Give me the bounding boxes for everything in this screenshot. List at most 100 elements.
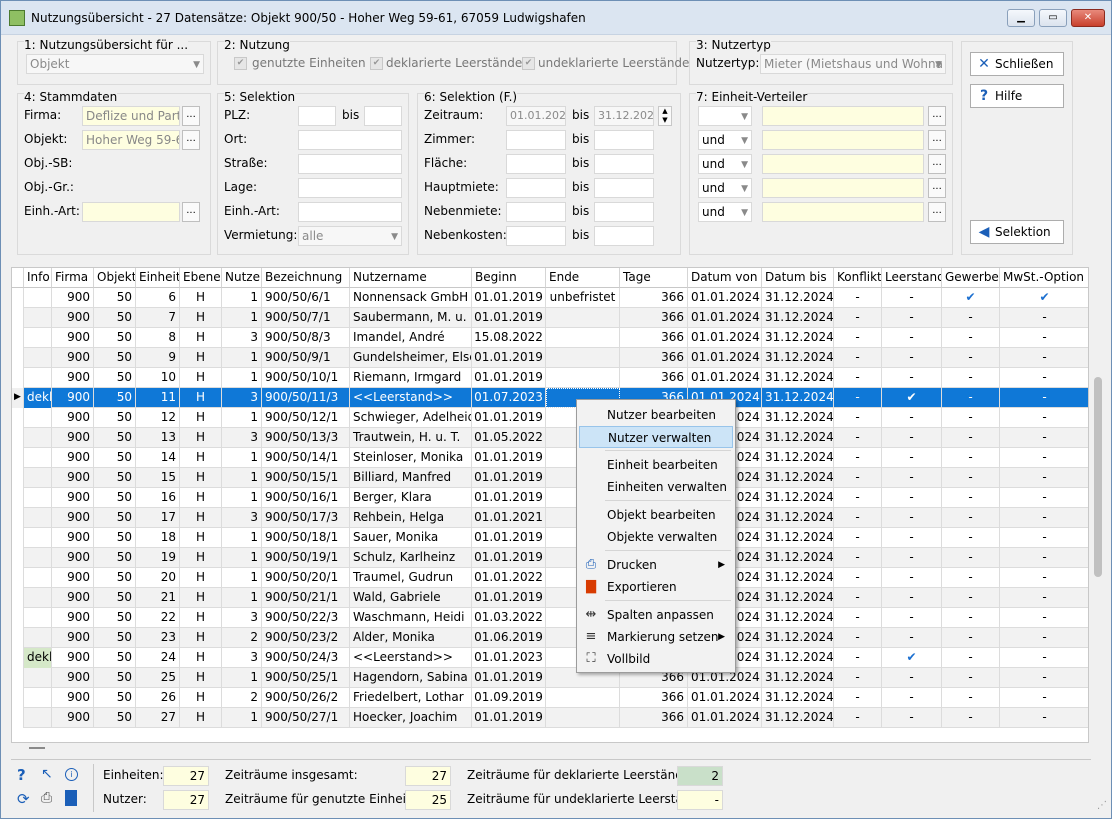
close-window-button[interactable]: ✕ xyxy=(1071,9,1105,27)
verteiler-lookup-1[interactable]: ... xyxy=(928,106,946,126)
nutzungsuebersicht-select[interactable]: Objekt ▼ xyxy=(26,54,204,74)
table-row[interactable]: ▶dekla9005011H3900/50/11/3<<Leerstand>>0… xyxy=(12,388,1088,408)
verteiler-op-1[interactable]: ▼ xyxy=(698,106,752,126)
row-indicator[interactable] xyxy=(12,488,24,508)
hauptmiete-to-field[interactable] xyxy=(594,178,654,198)
verteiler-lookup-5[interactable]: ... xyxy=(928,202,946,222)
column-header[interactable]: Firma xyxy=(52,268,94,288)
title-bar[interactable]: Nutzungsübersicht - 27 Datensätze: Objek… xyxy=(1,1,1111,35)
data-grid[interactable]: Info Firma Objekt Einheit Ebene Nutzer Bezeich… xyxy=(11,267,1089,743)
ort-field[interactable] xyxy=(298,130,402,150)
row-indicator[interactable] xyxy=(12,648,24,668)
row-indicator[interactable] xyxy=(12,508,24,528)
row-indicator[interactable] xyxy=(12,408,24,428)
verteiler-field-1[interactable] xyxy=(762,106,924,126)
row-indicator[interactable] xyxy=(12,308,24,328)
row-indicator[interactable] xyxy=(12,448,24,468)
table-row[interactable]: 900 50 13 H 3 900/50/13/3 Trautwein, H. u. T. 0… xyxy=(12,428,1088,448)
table-row[interactable]: 900 50 9 H 1 900/50/9/1 Gundelsheimer, Else 01.… xyxy=(12,348,1088,368)
row-indicator[interactable] xyxy=(12,548,24,568)
table-row[interactable]: 900 50 7 H 1 900/50/7/1 Saubermann, M. u. E. 01… xyxy=(12,308,1088,328)
menu-item-exportieren[interactable]: ▇ Exportieren xyxy=(579,576,733,598)
row-indicator[interactable] xyxy=(12,368,24,388)
menu-item-einheit-bearbeiten[interactable]: Einheit bearbeiten xyxy=(579,454,733,476)
flaeche-to-field[interactable] xyxy=(594,154,654,174)
table-row[interactable]: 900 50 26 H 2 900/50/26/2 Friedelbert, Lothar 0… xyxy=(12,688,1088,708)
column-header[interactable]: Konflikt xyxy=(834,268,882,288)
nebenkosten-from-field[interactable] xyxy=(506,226,566,246)
zeitraum-from-field[interactable]: 01.01.2024 xyxy=(506,106,566,126)
zimmer-from-field[interactable] xyxy=(506,130,566,150)
column-header[interactable]: Datum bis xyxy=(762,268,834,288)
objekt-field[interactable]: Hoher Weg 59-61, xyxy=(82,130,180,150)
maximize-button[interactable]: ▭ xyxy=(1039,9,1067,27)
table-row[interactable]: 900 50 10 H 1 900/50/10/1 Riemann, Irmgard 01.0… xyxy=(12,368,1088,388)
menu-item-einheiten-verwalten[interactable]: Einheiten verwalten xyxy=(579,476,733,498)
print-icon[interactable]: ⎙ xyxy=(41,790,52,806)
menu-item-spalten-anpassen[interactable]: ⇹ Spalten anpassen xyxy=(579,604,733,626)
verteiler-op-2[interactable]: und ▼ xyxy=(698,130,752,150)
nebenmiete-to-field[interactable] xyxy=(594,202,654,222)
table-row[interactable]: 900 50 15 H 1 900/50/15/1 Billiard, Manfred 01.… xyxy=(12,468,1088,488)
minimize-button[interactable]: ▁ xyxy=(1007,9,1035,27)
objekt-lookup-button[interactable]: ... xyxy=(182,130,200,150)
check-undeklarierte[interactable]: ✔ xyxy=(522,57,535,70)
check-deklarierte[interactable]: ✔ xyxy=(370,57,383,70)
zimmer-to-field[interactable] xyxy=(594,130,654,150)
table-row[interactable]: 900 50 21 H 1 900/50/21/1 Wald, Gabriele 01.01.… xyxy=(12,588,1088,608)
column-header[interactable]: Info xyxy=(24,268,52,288)
menu-item-drucken[interactable]: ⎙ Drucken ▶ xyxy=(579,554,733,576)
row-indicator[interactable] xyxy=(12,348,24,368)
row-indicator[interactable] xyxy=(12,428,24,448)
menu-item-markierung-setzen[interactable]: ≡ Markierung setzen ▶ xyxy=(579,626,733,648)
help-button[interactable]: ? Hilfe xyxy=(970,84,1064,108)
table-row[interactable]: 900 50 8 H 3 900/50/8/3 Imandel, André 15.08.20… xyxy=(12,328,1088,348)
flaeche-from-field[interactable] xyxy=(506,154,566,174)
verteiler-lookup-3[interactable]: ... xyxy=(928,154,946,174)
row-indicator[interactable] xyxy=(12,628,24,648)
row-indicator[interactable] xyxy=(12,328,24,348)
column-header[interactable]: Tage xyxy=(620,268,688,288)
table-row[interactable]: 900 50 20 H 1 900/50/20/1 Traumel, Gudrun 01.01… xyxy=(12,568,1088,588)
column-header[interactable]: Datum von xyxy=(688,268,762,288)
column-header[interactable]: Bezeichnung xyxy=(262,268,350,288)
row-indicator[interactable] xyxy=(12,468,24,488)
row-indicator[interactable] xyxy=(12,568,24,588)
check-genutzte[interactable]: ✔ xyxy=(234,57,247,70)
table-row[interactable]: 900 50 23 H 2 900/50/23/2 Alder, Monika 01.06.2… xyxy=(12,628,1088,648)
einhart-lookup-button[interactable]: ... xyxy=(182,202,200,222)
column-header[interactable]: Nutzername xyxy=(350,268,472,288)
table-row[interactable]: 900 50 18 H 1 900/50/18/1 Sauer, Monika 01.01.2… xyxy=(12,528,1088,548)
column-header[interactable]: Leerstand xyxy=(882,268,942,288)
menu-item-objekte-verwalten[interactable]: Objekte verwalten xyxy=(579,526,733,548)
verteiler-field-3[interactable] xyxy=(762,154,924,174)
hauptmiete-from-field[interactable] xyxy=(506,178,566,198)
column-header[interactable]: Objekt xyxy=(94,268,136,288)
close-button[interactable]: ✕ Schließen xyxy=(970,52,1064,76)
table-row[interactable]: dekla9005024H3900/50/24/3<<Leerstand>>01… xyxy=(12,648,1088,668)
menu-item-objekt-bearbeiten[interactable]: Objekt bearbeiten xyxy=(579,504,733,526)
nebenkosten-to-field[interactable] xyxy=(594,226,654,246)
nebenmiete-from-field[interactable] xyxy=(506,202,566,222)
table-row[interactable]: 900 50 25 H 1 900/50/25/1 Hagendorn, Sabina 01.… xyxy=(12,668,1088,688)
grid-vertical-scrollbar[interactable] xyxy=(1091,267,1105,743)
row-indicator[interactable] xyxy=(12,608,24,628)
table-row[interactable]: 900 50 19 H 1 900/50/19/1 Schulz, Karlheinz 01.… xyxy=(12,548,1088,568)
row-indicator[interactable] xyxy=(12,708,24,728)
nutzertyp-select[interactable]: Mieter (Mietshaus und Wohna ▼ xyxy=(760,54,946,74)
verteiler-lookup-2[interactable]: ... xyxy=(928,130,946,150)
verteiler-op-3[interactable]: und ▼ xyxy=(698,154,752,174)
table-row[interactable]: 900 50 12 H 1 900/50/12/1 Schwieger, Adelheid 0… xyxy=(12,408,1088,428)
selection-button[interactable]: ◀ Selektion xyxy=(970,220,1064,244)
scrollbar-thumb[interactable] xyxy=(1094,377,1102,577)
zeitraum-spinner[interactable]: ▲ ▼ xyxy=(658,106,672,126)
column-header[interactable]: Nutzer xyxy=(222,268,262,288)
strasse-field[interactable] xyxy=(298,154,402,174)
table-row[interactable]: 900 50 27 H 1 900/50/27/1 Hoecker, Joachim 01.0… xyxy=(12,708,1088,728)
row-indicator[interactable] xyxy=(12,668,24,688)
menu-item-nutzer-verwalten[interactable]: Nutzer verwalten xyxy=(579,426,733,448)
einhart-field[interactable] xyxy=(82,202,180,222)
column-header[interactable]: Ende xyxy=(546,268,620,288)
column-header[interactable]: MwSt.-Option xyxy=(1000,268,1088,288)
column-header[interactable]: Einheit xyxy=(136,268,180,288)
